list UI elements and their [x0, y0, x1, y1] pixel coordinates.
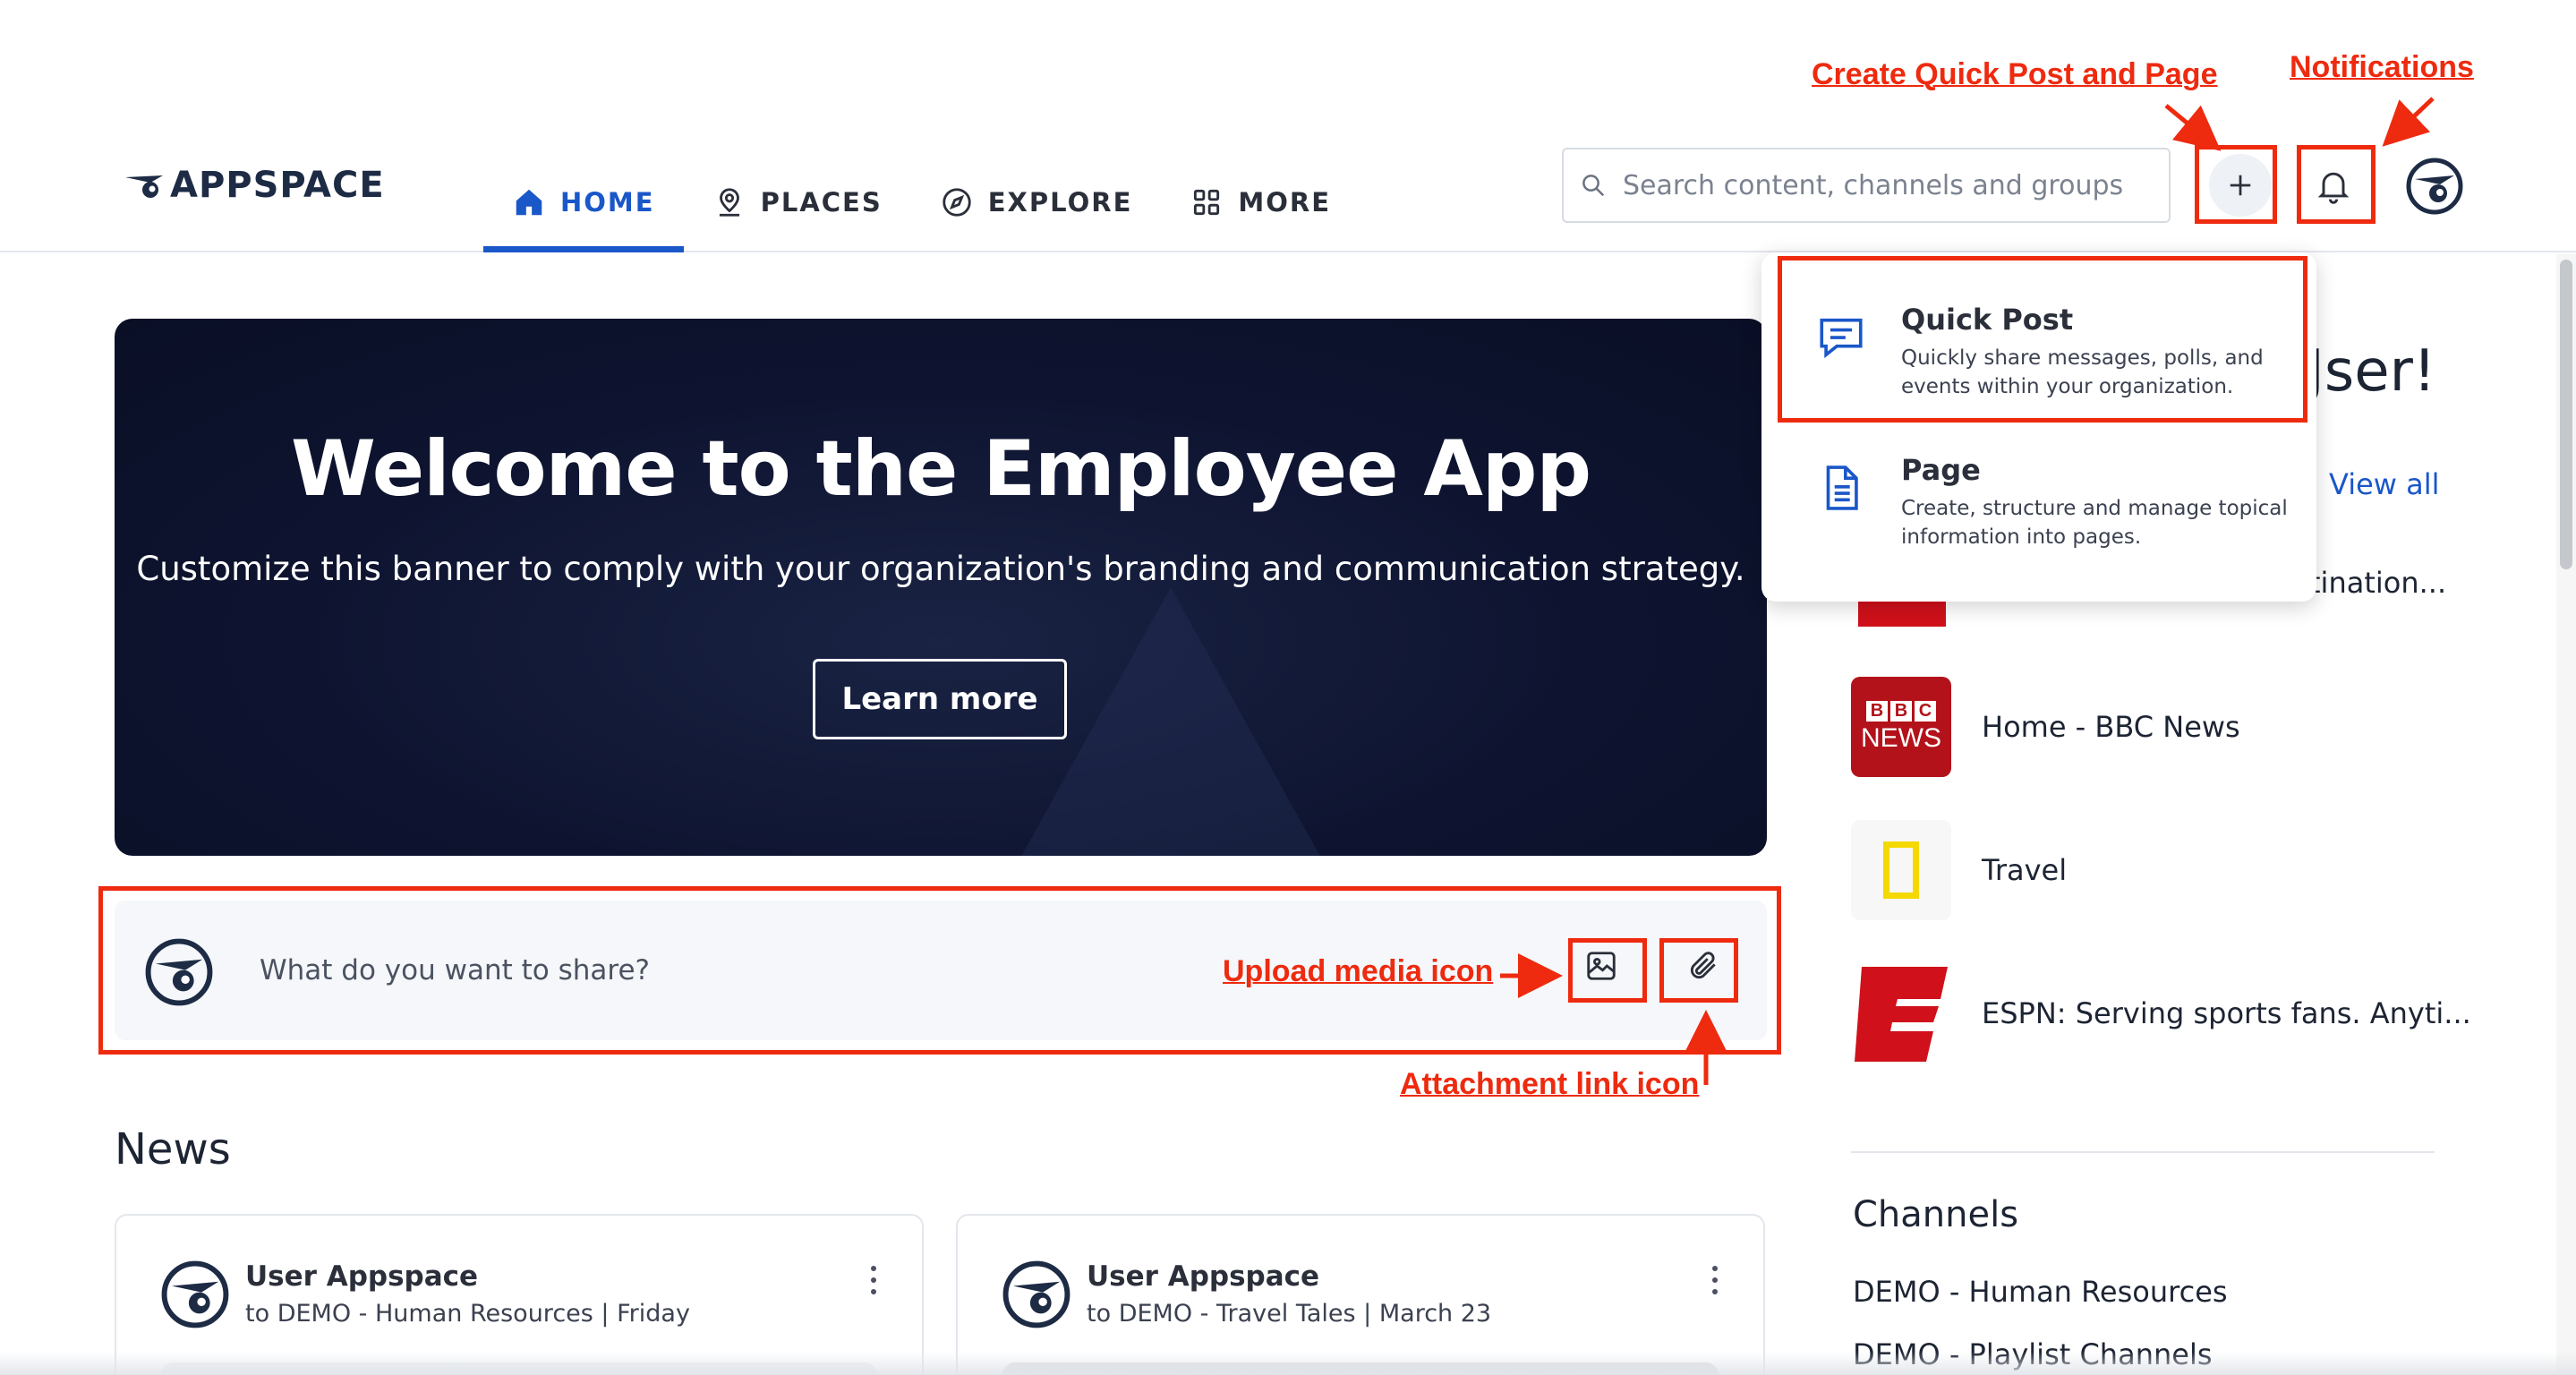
annotation-notifications-label: Notifications — [2290, 50, 2474, 84]
feed-item-label: Travel — [1982, 853, 2068, 887]
annotation-create-label: Create Quick Post and Page — [1812, 57, 2218, 91]
banner-title: Welcome to the Employee App — [290, 424, 1591, 514]
channel-link[interactable]: DEMO - Human Resources — [1853, 1275, 2228, 1309]
feed-item-espn[interactable]: ESPN: Serving sports fans. Anyti... — [1851, 963, 2471, 1063]
annotation-upload-media-label: Upload media icon — [1223, 954, 1494, 988]
author-avatar-icon — [161, 1260, 229, 1328]
avatar-icon — [2406, 158, 2463, 215]
nav-explore[interactable]: EXPLORE — [911, 152, 1162, 252]
search-icon — [1582, 175, 1605, 197]
main-nav: HOME PLACES EXPLORE MORE — [483, 152, 1360, 252]
search-box[interactable] — [1562, 148, 2171, 223]
menu-item-page[interactable]: Page Create, structure and manage topica… — [1815, 453, 2295, 551]
logo-text: APPSPACE — [170, 165, 385, 206]
annotation-box-composer — [98, 886, 1781, 1055]
learn-more-button[interactable]: Learn more — [813, 659, 1067, 739]
home-icon — [516, 189, 542, 216]
card-more-menu-icon[interactable] — [1706, 1262, 1724, 1298]
view-all-link[interactable]: View all — [2329, 467, 2440, 501]
menu-item-description: Create, structure and manage topical inf… — [1901, 497, 2288, 549]
logo-mark-icon — [125, 175, 163, 198]
top-header: APPSPACE HOME PLACES EXPLORE MORE — [0, 0, 2576, 252]
annotation-box-create — [2195, 145, 2277, 224]
feed-item-travel[interactable]: Travel — [1851, 820, 2067, 920]
card-author[interactable]: User Appspace — [1087, 1260, 1319, 1293]
nav-places[interactable]: PLACES — [684, 152, 911, 252]
news-heading: News — [115, 1124, 231, 1174]
nav-more-label: MORE — [1238, 187, 1332, 218]
annotation-box-quick-post — [1778, 256, 2307, 423]
search-input[interactable] — [1623, 169, 2142, 201]
nav-more[interactable]: MORE — [1161, 152, 1360, 252]
feed-item-label[interactable]: tination... — [2309, 566, 2446, 600]
banner-subtitle: Customize this banner to comply with you… — [136, 550, 1745, 588]
espn-logo — [1851, 963, 1951, 1063]
annotation-box-media — [1568, 938, 1647, 1003]
nav-places-label: PLACES — [760, 187, 883, 218]
compass-icon — [943, 188, 971, 217]
location-pin-icon — [719, 188, 739, 217]
document-icon — [1826, 465, 1858, 510]
bottom-fade — [0, 1352, 2576, 1375]
card-meta: to DEMO - Human Resources | Friday — [245, 1300, 690, 1328]
nav-home-label: HOME — [560, 187, 655, 218]
menu-item-title: Page — [1901, 453, 1981, 487]
bbc-news-logo: B B C NEWS — [1851, 677, 1951, 777]
espn-e-icon — [1855, 967, 1948, 1062]
nav-home[interactable]: HOME — [483, 152, 684, 252]
user-avatar[interactable] — [2406, 158, 2463, 215]
grid-icon — [1194, 189, 1220, 216]
appspace-logo[interactable]: APPSPACE — [124, 163, 385, 208]
feed-item-bbc[interactable]: B B C NEWS Home - BBC News — [1851, 677, 2240, 777]
news-card[interactable]: User Appspace to DEMO - Travel Tales | M… — [956, 1214, 1765, 1375]
channels-heading: Channels — [1853, 1194, 2019, 1235]
card-more-menu-icon[interactable] — [865, 1262, 883, 1298]
greeting-text: Jser! — [2307, 338, 2436, 405]
feed-item-label: Home - BBC News — [1982, 710, 2240, 744]
section-divider — [1851, 1151, 2435, 1153]
scrollbar-thumb[interactable] — [2560, 260, 2572, 569]
bbc-news-logo-text: NEWS — [1861, 722, 1941, 753]
author-avatar-icon — [1002, 1260, 1070, 1328]
feed-item-label: ESPN: Serving sports fans. Anyti... — [1982, 996, 2471, 1030]
news-card[interactable]: User Appspace to DEMO - Human Resources … — [115, 1214, 924, 1375]
annotation-attachment-label: Attachment link icon — [1400, 1067, 1700, 1101]
welcome-banner: Welcome to the Employee App Customize th… — [115, 319, 1767, 856]
natgeo-logo — [1851, 820, 1951, 920]
card-meta: to DEMO - Travel Tales | March 23 — [1087, 1300, 1492, 1328]
nav-explore-label: EXPLORE — [987, 187, 1133, 218]
annotation-box-notifications — [2297, 145, 2376, 224]
annotation-box-attachment — [1659, 938, 1738, 1003]
card-author[interactable]: User Appspace — [245, 1260, 478, 1293]
